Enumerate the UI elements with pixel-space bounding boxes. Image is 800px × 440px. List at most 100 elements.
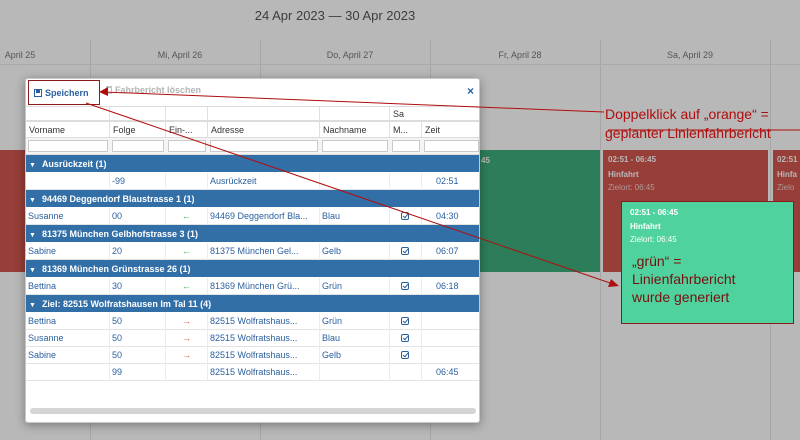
column-header[interactable]: Adresse <box>208 122 320 138</box>
table-row[interactable]: Sabine 20 ← 81375 München Gel... Gelb 06:07 <box>26 243 479 260</box>
checkbox-icon[interactable] <box>401 247 409 255</box>
filter-input[interactable] <box>28 140 108 152</box>
cell-folge: 00 <box>110 208 166 225</box>
column-group-header: Sa <box>390 107 479 121</box>
cell-folge: 20 <box>110 243 166 260</box>
check-cell <box>390 208 422 225</box>
cell-nachname <box>320 364 390 381</box>
delete-report-button[interactable]: Fahrbericht löschen <box>106 85 201 95</box>
column-header[interactable]: Nachname <box>320 122 390 138</box>
filter-input[interactable] <box>112 140 164 152</box>
column-header[interactable]: Vorname <box>26 122 110 138</box>
filter-input[interactable] <box>424 140 479 152</box>
cell-nachname <box>320 173 390 190</box>
anno-line: geplanter Linienfahrbericht <box>605 125 771 141</box>
filter-input[interactable] <box>322 140 388 152</box>
column-header[interactable]: Folge <box>110 122 166 138</box>
filter-input[interactable] <box>392 140 420 152</box>
cell-adresse: 82515 Wolfratshaus... <box>208 330 320 347</box>
cell-nachname: Blau <box>320 208 390 225</box>
checkbox-icon[interactable] <box>401 334 409 342</box>
trip-report-dialog: Speichern Fahrbericht löschen × Sa Vorna… <box>25 78 480 423</box>
cell-nachname: Grün <box>320 313 390 330</box>
group-header[interactable]: ▼ Ziel: 82515 Wolfratshausen Im Tal 11 (4… <box>26 295 479 313</box>
table-row[interactable]: Susanne 50 → 82515 Wolfratshaus... Blau <box>26 330 479 347</box>
cell-folge: 50 <box>110 330 166 347</box>
green-explanation: „grün“ = Linienfahrbericht wurde generie… <box>632 252 736 306</box>
table-row[interactable]: Bettina 30 ← 81369 München Grü... Grün 06:18 <box>26 278 479 295</box>
cell-zeit <box>422 330 479 347</box>
arrow-left-icon: ← <box>182 281 191 291</box>
trash-icon <box>106 86 112 94</box>
check-cell <box>390 173 422 190</box>
arrow-right-icon: → <box>182 333 191 343</box>
event-time: 02:51 - 06:45 <box>630 208 679 217</box>
orange-explanation: Doppelklick auf „orange“ = geplanter Lin… <box>605 105 771 143</box>
cell-zeit <box>422 347 479 364</box>
table-row[interactable]: 99 82515 Wolfratshaus... 06:45 <box>26 364 479 381</box>
cell-zeit: 06:45 <box>422 364 479 381</box>
delete-label: Fahrbericht löschen <box>115 85 202 95</box>
filter-input[interactable] <box>168 140 206 152</box>
group-header[interactable]: ▼ 94469 Deggendorf Blaustrasse 1 (1) <box>26 190 479 208</box>
save-button[interactable]: Speichern <box>28 80 100 105</box>
group-title: 94469 Deggendorf Blaustrasse 1 (1) <box>41 194 195 204</box>
direction-cell: → <box>166 347 208 364</box>
checkbox-icon[interactable] <box>401 351 409 359</box>
cell-adresse: 81375 München Gel... <box>208 243 320 260</box>
direction-cell <box>166 364 208 381</box>
arrow-right-icon: → <box>182 350 191 360</box>
cell-vorname: Bettina <box>26 313 110 330</box>
green-note-line: Linienfahrbericht <box>632 271 736 287</box>
checkbox-icon[interactable] <box>401 282 409 290</box>
cell-vorname: Bettina <box>26 278 110 295</box>
cell-zeit: 06:07 <box>422 243 479 260</box>
group-header[interactable]: ▼ 81369 München Grünstrasse 26 (1) <box>26 260 479 278</box>
cell-adresse: 82515 Wolfratshaus... <box>208 364 320 381</box>
filter-row <box>26 138 479 155</box>
cell-vorname: Sabine <box>26 243 110 260</box>
cell-adresse: 82515 Wolfratshaus... <box>208 313 320 330</box>
green-note-line: wurde generiert <box>632 289 730 305</box>
group-header[interactable]: ▼ 81375 München Gelbhofstrasse 3 (1) <box>26 225 479 243</box>
save-icon <box>34 88 42 97</box>
cell-vorname <box>26 173 110 190</box>
event-title: Hinfahrt <box>630 222 661 231</box>
checkbox-icon[interactable] <box>401 317 409 325</box>
direction-cell: ← <box>166 278 208 295</box>
column-header[interactable]: M... <box>390 122 422 138</box>
check-cell <box>390 364 422 381</box>
check-cell <box>390 313 422 330</box>
group-header[interactable]: ▼ Ausrückzeit (1) <box>26 155 479 173</box>
cell-adresse: 94469 Deggendorf Bla... <box>208 208 320 225</box>
header-spacer <box>320 107 390 121</box>
header-spacer <box>208 107 320 121</box>
cell-zeit: 06:18 <box>422 278 479 295</box>
table-row[interactable]: Bettina 50 → 82515 Wolfratshaus... Grün <box>26 313 479 330</box>
group-title: Ausrückzeit (1) <box>41 159 107 169</box>
filter-input[interactable] <box>210 140 318 152</box>
column-header[interactable]: Zeit <box>422 122 479 138</box>
cell-nachname: Gelb <box>320 347 390 364</box>
column-header[interactable]: Ein-... <box>166 122 208 138</box>
anno-line: Doppelklick auf „orange“ = <box>605 106 769 122</box>
table-row[interactable]: Susanne 00 ← 94469 Deggendorf Bla... Blau 04:… <box>26 208 479 225</box>
green-note-line: „grün“ = <box>632 253 682 269</box>
horizontal-scrollbar[interactable] <box>30 408 476 414</box>
table-row[interactable]: Sabine 50 → 82515 Wolfratshaus... Gelb <box>26 347 479 364</box>
header-spacer <box>110 107 166 121</box>
group-title: Ziel: 82515 Wolfratshausen Im Tal 11 (4) <box>41 299 212 309</box>
direction-cell: → <box>166 313 208 330</box>
group-title: 81369 München Grünstrasse 26 (1) <box>41 264 191 274</box>
column-header-row: Vorname Folge Ein-... Adresse Nachname M… <box>26 121 479 138</box>
table-row[interactable]: -99 Ausrückzeit 02:51 <box>26 173 479 190</box>
cell-vorname: Sabine <box>26 347 110 364</box>
arrow-left-icon: ← <box>182 246 191 256</box>
cell-nachname: Blau <box>320 330 390 347</box>
dialog-toolbar: Speichern Fahrbericht löschen × <box>26 79 479 105</box>
check-cell <box>390 243 422 260</box>
cell-folge: -99 <box>110 173 166 190</box>
checkbox-icon[interactable] <box>401 212 409 220</box>
event-destination: Zielort: 06:45 <box>630 235 677 244</box>
close-icon[interactable]: × <box>467 84 474 98</box>
